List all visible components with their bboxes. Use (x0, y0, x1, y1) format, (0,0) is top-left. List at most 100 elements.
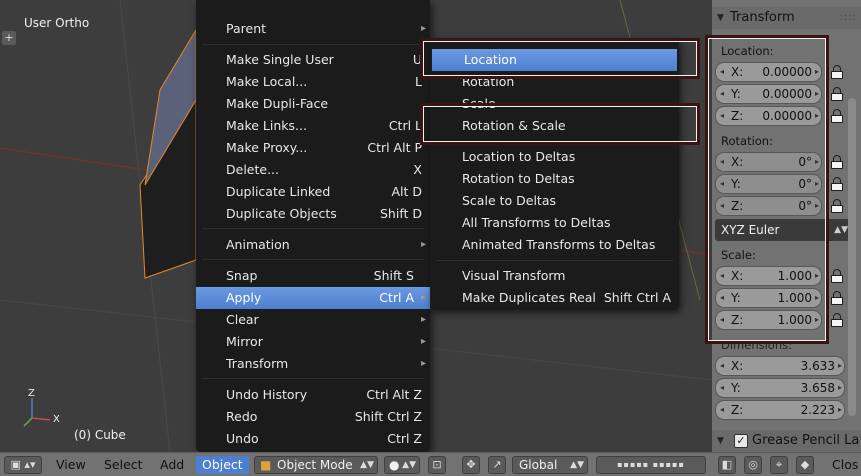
menu-item-snap[interactable]: Snap Shift S (196, 265, 430, 287)
increment-arrow-icon[interactable]: ▸ (815, 85, 819, 103)
dimensions-y-field[interactable]: ◂ Y: 3.658 ▸ (715, 378, 845, 398)
menu-item-all-transforms-to-deltas[interactable]: All Transforms to Deltas (430, 212, 679, 234)
menu-item-scale-to-deltas[interactable]: Scale to Deltas (430, 190, 679, 212)
menu-item-make-local[interactable]: Make Local... L (196, 71, 430, 93)
decrement-arrow-icon[interactable]: ◂ (720, 379, 724, 397)
snap-icon[interactable]: ⌖ (770, 456, 788, 474)
increment-arrow-icon[interactable]: ▸ (815, 311, 819, 329)
pivot-icon[interactable]: ⊡ (428, 456, 446, 474)
translate-icon[interactable]: ↗ (488, 456, 506, 474)
menu-item-undo-history[interactable]: Undo History Ctrl Alt Z (196, 384, 430, 406)
decrement-arrow-icon[interactable]: ◂ (720, 107, 724, 125)
dimensions-x-field[interactable]: ◂ X: 3.633 ▸ (715, 356, 845, 376)
field-value: 3.658 (800, 381, 835, 395)
lock-icon[interactable] (830, 291, 844, 305)
menu-item-make-proxy[interactable]: Make Proxy... Ctrl Alt P (196, 137, 430, 159)
decrement-arrow-icon[interactable]: ◂ (720, 153, 724, 171)
increment-arrow-icon[interactable]: ▸ (815, 153, 819, 171)
menu-item-visual-transform[interactable]: Visual Transform (430, 265, 679, 287)
decrement-arrow-icon[interactable]: ◂ (720, 289, 724, 307)
menu-item-redo[interactable]: Redo Shift Ctrl Z (196, 406, 430, 428)
scale-x-field[interactable]: ◂ X: 1.000 ▸ (715, 266, 822, 286)
lock-icon[interactable] (830, 177, 844, 191)
increment-arrow-icon[interactable]: ▸ (838, 379, 842, 397)
rotation-z-field[interactable]: ◂ Z: 0° ▸ (715, 196, 822, 216)
menu-item-duplicate-linked[interactable]: Duplicate Linked Alt D (196, 181, 430, 203)
decrement-arrow-icon[interactable]: ◂ (720, 197, 724, 215)
menu-item-duplicate-objects[interactable]: Duplicate Objects Shift D (196, 203, 430, 225)
menu-item-make-duplicates-real[interactable]: Make Duplicates Real Shift Ctrl A (430, 287, 679, 309)
menu-item-transform[interactable]: Transform (196, 353, 430, 375)
grease-pencil-checkbox[interactable]: ✓ (734, 434, 748, 448)
object-menu-button[interactable]: Object (196, 456, 249, 474)
increment-arrow-icon[interactable]: ▸ (815, 267, 819, 285)
increment-arrow-icon[interactable]: ▸ (815, 63, 819, 81)
location-z-field[interactable]: ◂ Z: 0.00000 ▸ (715, 106, 822, 126)
menu-item-mirror[interactable]: Mirror (196, 331, 430, 353)
lock-icon[interactable] (830, 199, 844, 213)
field-axis: Y: (731, 177, 741, 191)
menu-item-rotation[interactable]: Rotation (430, 71, 679, 93)
menu-item-delete[interactable]: Delete... X (196, 159, 430, 181)
add-menu[interactable]: Add (160, 456, 184, 474)
layers-grid[interactable]: ▪▪▪▪▪ ▪▪▪▪▪ (596, 456, 706, 474)
rotation-mode-select[interactable]: XYZ Euler ▲▼ (715, 219, 852, 241)
location-y-field[interactable]: ◂ Y: 0.00000 ▸ (715, 84, 822, 104)
lock-icon[interactable] (830, 155, 844, 169)
transform-header[interactable]: ▼ Transform :::: (712, 7, 861, 29)
increment-arrow-icon[interactable]: ▸ (815, 175, 819, 193)
manipulator-icon[interactable]: ✥ (462, 456, 480, 474)
orientation-select[interactable]: Global ▲▼ (512, 456, 588, 474)
proportional-edit-icon[interactable]: ◎ (744, 456, 762, 474)
menu-item-undo[interactable]: Undo Ctrl Z (196, 428, 430, 450)
view-menu[interactable]: View (56, 456, 86, 474)
mode-select[interactable]: ■ Object Mode ▲▼ (254, 456, 378, 474)
scale-z-field[interactable]: ◂ Z: 1.000 ▸ (715, 310, 822, 330)
decrement-arrow-icon[interactable]: ◂ (720, 85, 724, 103)
increment-arrow-icon[interactable]: ▸ (838, 401, 842, 419)
decrement-arrow-icon[interactable]: ◂ (720, 357, 724, 375)
increment-arrow-icon[interactable]: ▸ (838, 357, 842, 375)
editor-type-icon[interactable]: ▣ ▴▾ (4, 456, 42, 474)
select-menu[interactable]: Select (104, 456, 143, 474)
rotation-x-field[interactable]: ◂ X: 0° ▸ (715, 152, 822, 172)
rotation-y-field[interactable]: ◂ Y: 0° ▸ (715, 174, 822, 194)
menu-item-animation[interactable]: Animation (196, 234, 430, 256)
location-x-field[interactable]: ◂ X: 0.00000 ▸ (715, 62, 822, 82)
increment-arrow-icon[interactable]: ▸ (815, 289, 819, 307)
shading-select[interactable]: ● ▲▼ (384, 456, 420, 474)
menu-item-rotation-scale[interactable]: Rotation & Scale (430, 115, 679, 137)
decrement-arrow-icon[interactable]: ◂ (720, 311, 724, 329)
menu-item-make-single-user[interactable]: Make Single User U (196, 49, 430, 71)
menu-item-location-to-deltas[interactable]: Location to Deltas (430, 146, 679, 168)
decrement-arrow-icon[interactable]: ◂ (720, 63, 724, 81)
menu-item-make-dupli-face[interactable]: Make Dupli-Face (196, 93, 430, 115)
menu-item-apply[interactable]: Apply Ctrl A (196, 287, 430, 309)
increment-arrow-icon[interactable]: ▸ (815, 107, 819, 125)
scale-y-field[interactable]: ◂ Y: 1.000 ▸ (715, 288, 822, 308)
menu-item-rotation-to-deltas[interactable]: Rotation to Deltas (430, 168, 679, 190)
menu-item-make-links[interactable]: Make Links... Ctrl L (196, 115, 430, 137)
decrement-arrow-icon[interactable]: ◂ (720, 267, 724, 285)
dimensions-z-field[interactable]: ◂ Z: 2.223 ▸ (715, 400, 845, 420)
lock-icon[interactable] (830, 313, 844, 327)
menu-item-clear[interactable]: Clear (196, 309, 430, 331)
drag-handle-icon[interactable]: :::: (840, 7, 857, 29)
menu-item-animated-transforms-to-deltas[interactable]: Animated Transforms to Deltas (430, 234, 679, 256)
decrement-arrow-icon[interactable]: ◂ (720, 401, 724, 419)
lock-icon[interactable] (830, 109, 844, 123)
lock-icon[interactable] (830, 65, 844, 79)
lock-icon[interactable] (830, 269, 844, 283)
panel-scroll-thumb[interactable] (848, 98, 856, 416)
menu-item-location[interactable]: Location (432, 49, 677, 71)
decrement-arrow-icon[interactable]: ◂ (720, 175, 724, 193)
snap-element-icon[interactable]: ◆ (796, 456, 814, 474)
menu-item-parent[interactable]: Parent (196, 18, 430, 40)
increment-arrow-icon[interactable]: ▸ (815, 197, 819, 215)
plus-icon[interactable]: + (2, 31, 16, 45)
close-button[interactable]: Clos (832, 456, 858, 474)
lock-icon[interactable] (830, 87, 844, 101)
field-value: 1.000 (777, 291, 812, 305)
menu-item-scale[interactable]: Scale (430, 93, 679, 115)
render-icon[interactable]: ◧ (718, 456, 736, 474)
